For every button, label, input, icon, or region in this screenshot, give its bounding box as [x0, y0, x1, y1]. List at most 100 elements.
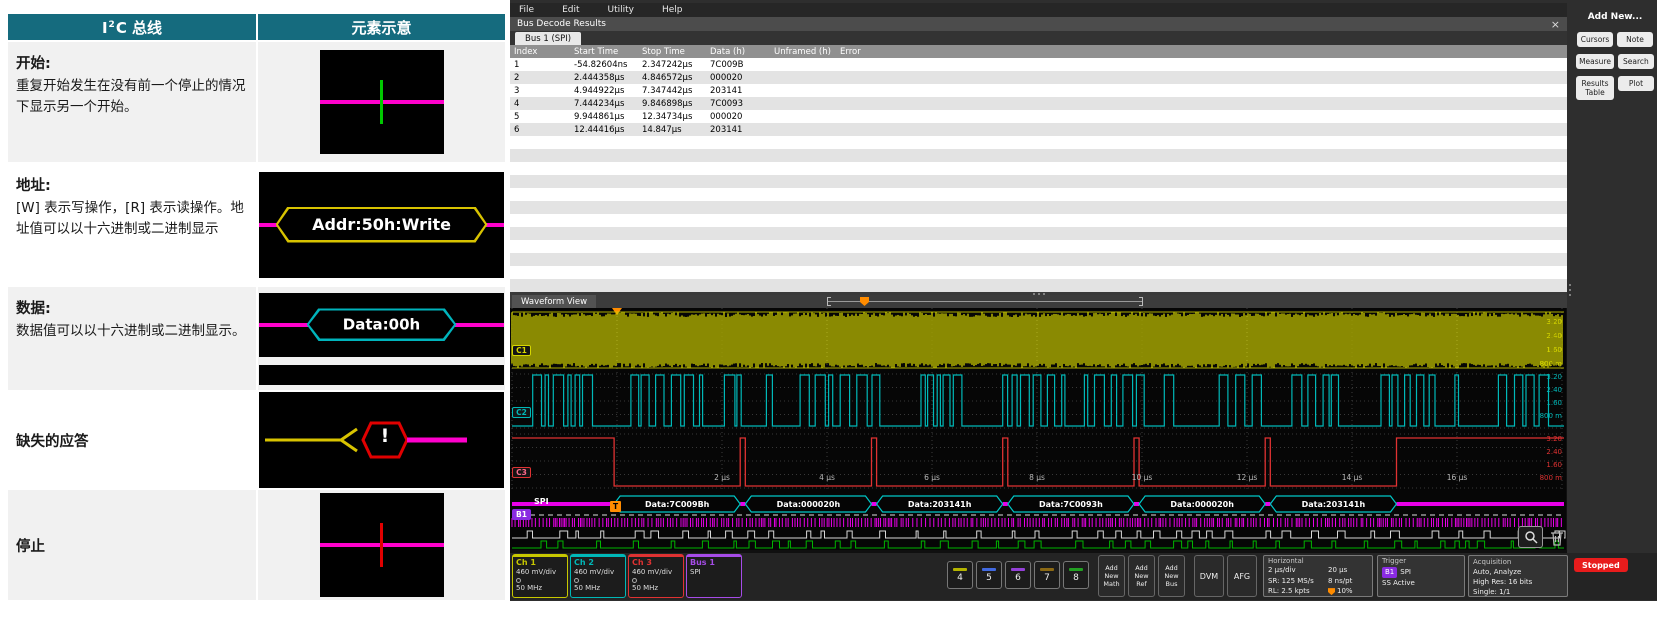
horizontal-value: 20 µs	[1328, 565, 1347, 576]
sidebar-button-row: Measure Search	[1573, 54, 1657, 69]
menu-edit[interactable]: Edit	[562, 5, 579, 15]
menu-file[interactable]: File	[519, 5, 534, 15]
overview-right-bracket[interactable]	[1139, 297, 1143, 306]
decode-row[interactable]: 59.944861µs12.34734µs000020	[510, 110, 1567, 123]
afg-button[interactable]: AFG	[1227, 555, 1257, 597]
stop-marker	[380, 523, 383, 567]
ch1-waveform-handle[interactable]: C1	[512, 345, 531, 356]
doc-row-data-illustration: Data:00h	[258, 287, 505, 390]
data-frame-label: Data:00h	[309, 311, 454, 339]
horizontal-value: RL: 2.5 kpts	[1268, 586, 1328, 597]
overview-left-bracket[interactable]	[827, 297, 831, 306]
data-symbol-strip	[259, 365, 504, 385]
channel-bandwidth: 50 MHz	[632, 584, 680, 592]
stopped-badge: Stopped	[1574, 558, 1628, 572]
channel-number: 5	[986, 573, 992, 583]
horizontal-value-text: 10%	[1337, 586, 1353, 597]
decode-cell: 7.347442µs	[638, 86, 706, 96]
add-new-ref-button[interactable]: AddNewRef	[1128, 555, 1155, 597]
horizontal-settings[interactable]: Horizontal 2 µs/div20 µsSR: 125 MS/s8 ns…	[1263, 555, 1373, 597]
sidebar-button-plot[interactable]: Plot	[1618, 76, 1654, 91]
tab-bus1-spi[interactable]: Bus 1 (SPI)	[515, 32, 581, 45]
trigger-title: Trigger	[1382, 557, 1460, 565]
trigger-settings[interactable]: Trigger B1 SPI SS Active	[1377, 555, 1465, 597]
sidebar-button-search[interactable]: Search	[1618, 54, 1654, 69]
doc-row-missing-ack-text: 缺失的应答	[8, 392, 256, 488]
dvm-button[interactable]: DVM	[1194, 555, 1224, 597]
trigger-source-badge: B1	[1382, 567, 1397, 578]
decode-row[interactable]: 1-54.82604ns2.347242µs7C009B	[510, 58, 1567, 71]
decode-cell: 12.44416µs	[570, 125, 638, 135]
svg-text:Data:7C009Bh: Data:7C009Bh	[645, 500, 710, 509]
bus-badge-bus1[interactable]: Bus 1SPI	[686, 554, 742, 598]
trash-icon[interactable]	[1547, 527, 1566, 548]
address-body: [W] 表示写操作，[R] 表示读操作。地址值可以以十六进制或二进制显示	[16, 198, 246, 240]
column-header-start-time: Start Time	[570, 47, 638, 57]
close-icon[interactable]: ×	[1551, 19, 1560, 30]
svg-text:1.60: 1.60	[1546, 399, 1562, 407]
channel-badge-ch-3[interactable]: Ch 3460 mV/div50 MHz	[628, 554, 684, 598]
sidebar-button-row: Results Table Plot	[1573, 76, 1657, 100]
sidebar-button-note[interactable]: Note	[1617, 32, 1653, 47]
doc-row-start-text: 开始: 重复开始发生在没有前一个停止的情况下显示另一个开始。	[8, 42, 256, 162]
decode-row-empty	[510, 149, 1567, 162]
column-header-error: Error	[836, 47, 1567, 57]
bus-decode-results-panel: Bus Decode Results × Bus 1 (SPI) IndexSt…	[510, 17, 1567, 292]
column-header-stop-time: Stop Time	[638, 47, 706, 57]
add-new-math-button[interactable]: AddNewMath	[1098, 555, 1125, 597]
channel-color-dash	[982, 568, 996, 571]
channel-color-dash	[1040, 568, 1054, 571]
horizontal-title: Horizontal	[1268, 557, 1368, 565]
zoom-button[interactable]	[1518, 526, 1543, 548]
pan-zoom-overview[interactable]	[827, 296, 1143, 307]
decode-row[interactable]: 34.944922µs7.347442µs203141	[510, 84, 1567, 97]
svg-text:Data:000020h: Data:000020h	[1170, 500, 1234, 509]
acquisition-settings[interactable]: Acquisition Auto, Analyze High Res: 16 b…	[1468, 555, 1568, 597]
trigger-marker[interactable]: T	[610, 501, 621, 512]
acquisition-mode: Auto, Analyze	[1473, 567, 1563, 577]
ch2-waveform-handle[interactable]: C2	[512, 407, 531, 418]
stop-symbol-image	[320, 493, 444, 597]
svg-text:Data:203141h: Data:203141h	[908, 500, 972, 509]
decode-row[interactable]: 47.444234µs9.846898µs7C0093	[510, 97, 1567, 110]
ch3-waveform-handle[interactable]: C3	[512, 467, 531, 478]
sidebar-button-measure[interactable]: Measure	[1576, 54, 1614, 69]
add-new-bus-button[interactable]: AddNewBus	[1158, 555, 1185, 597]
waveform-canvas[interactable]: 2 µs4 µs6 µs8 µs10 µs12 µs14 µs16 µs3.20…	[510, 308, 1566, 550]
probe-icon	[632, 578, 637, 583]
channel-badge-ch-1[interactable]: Ch 1460 mV/div50 MHz	[512, 554, 568, 598]
decode-cell: 000020	[706, 73, 770, 83]
horizontal-value-text: 20 µs	[1328, 565, 1347, 576]
column-header-data-h: Data (h)	[706, 47, 770, 57]
add-button-word: Add	[1165, 564, 1178, 572]
missing-ack-symbol-image: !	[259, 392, 504, 488]
sidebar-button-results-table[interactable]: Results Table	[1576, 76, 1614, 100]
waveform-title-bar: Waveform View	[510, 295, 1567, 308]
decode-table-body: 1-54.82604ns2.347242µs7C009B22.444358µs4…	[510, 58, 1567, 292]
menu-utility[interactable]: Utility	[608, 5, 634, 15]
menu-help[interactable]: Help	[662, 5, 683, 15]
horizontal-value: 10%	[1328, 586, 1353, 597]
column-header-index: Index	[510, 47, 570, 57]
decode-row[interactable]: 612.44416µs14.847µs203141	[510, 123, 1567, 136]
channel-button-6[interactable]: 6	[1005, 561, 1031, 589]
decode-row[interactable]: 22.444358µs4.846572µs000020	[510, 71, 1567, 84]
sidebar-button-cursors[interactable]: Cursors	[1577, 32, 1613, 47]
decode-cell: -54.82604ns	[570, 60, 638, 70]
channel-button-5[interactable]: 5	[976, 561, 1002, 589]
bus1-waveform-handle[interactable]: B1	[512, 509, 531, 520]
channel-button-8[interactable]: 8	[1063, 561, 1089, 589]
decode-cell: 3	[510, 86, 570, 96]
channel-badge-ch-2[interactable]: Ch 2460 mV/div50 MHz	[570, 554, 626, 598]
doc-row-stop-illustration	[258, 490, 505, 600]
waveform-view-tab[interactable]: Waveform View	[512, 295, 596, 308]
svg-text:12 µs: 12 µs	[1237, 473, 1258, 482]
horizontal-row: SR: 125 MS/s8 ns/pt	[1268, 576, 1368, 587]
trigger-position-marker[interactable]	[860, 297, 869, 306]
doc-row-start-illustration	[258, 42, 505, 162]
channel-button-7[interactable]: 7	[1034, 561, 1060, 589]
horizontal-value-text: 8 ns/pt	[1328, 576, 1352, 587]
channel-color-dash	[1069, 568, 1083, 571]
channel-scale: 460 mV/div	[632, 568, 680, 577]
channel-button-4[interactable]: 4	[947, 561, 973, 589]
